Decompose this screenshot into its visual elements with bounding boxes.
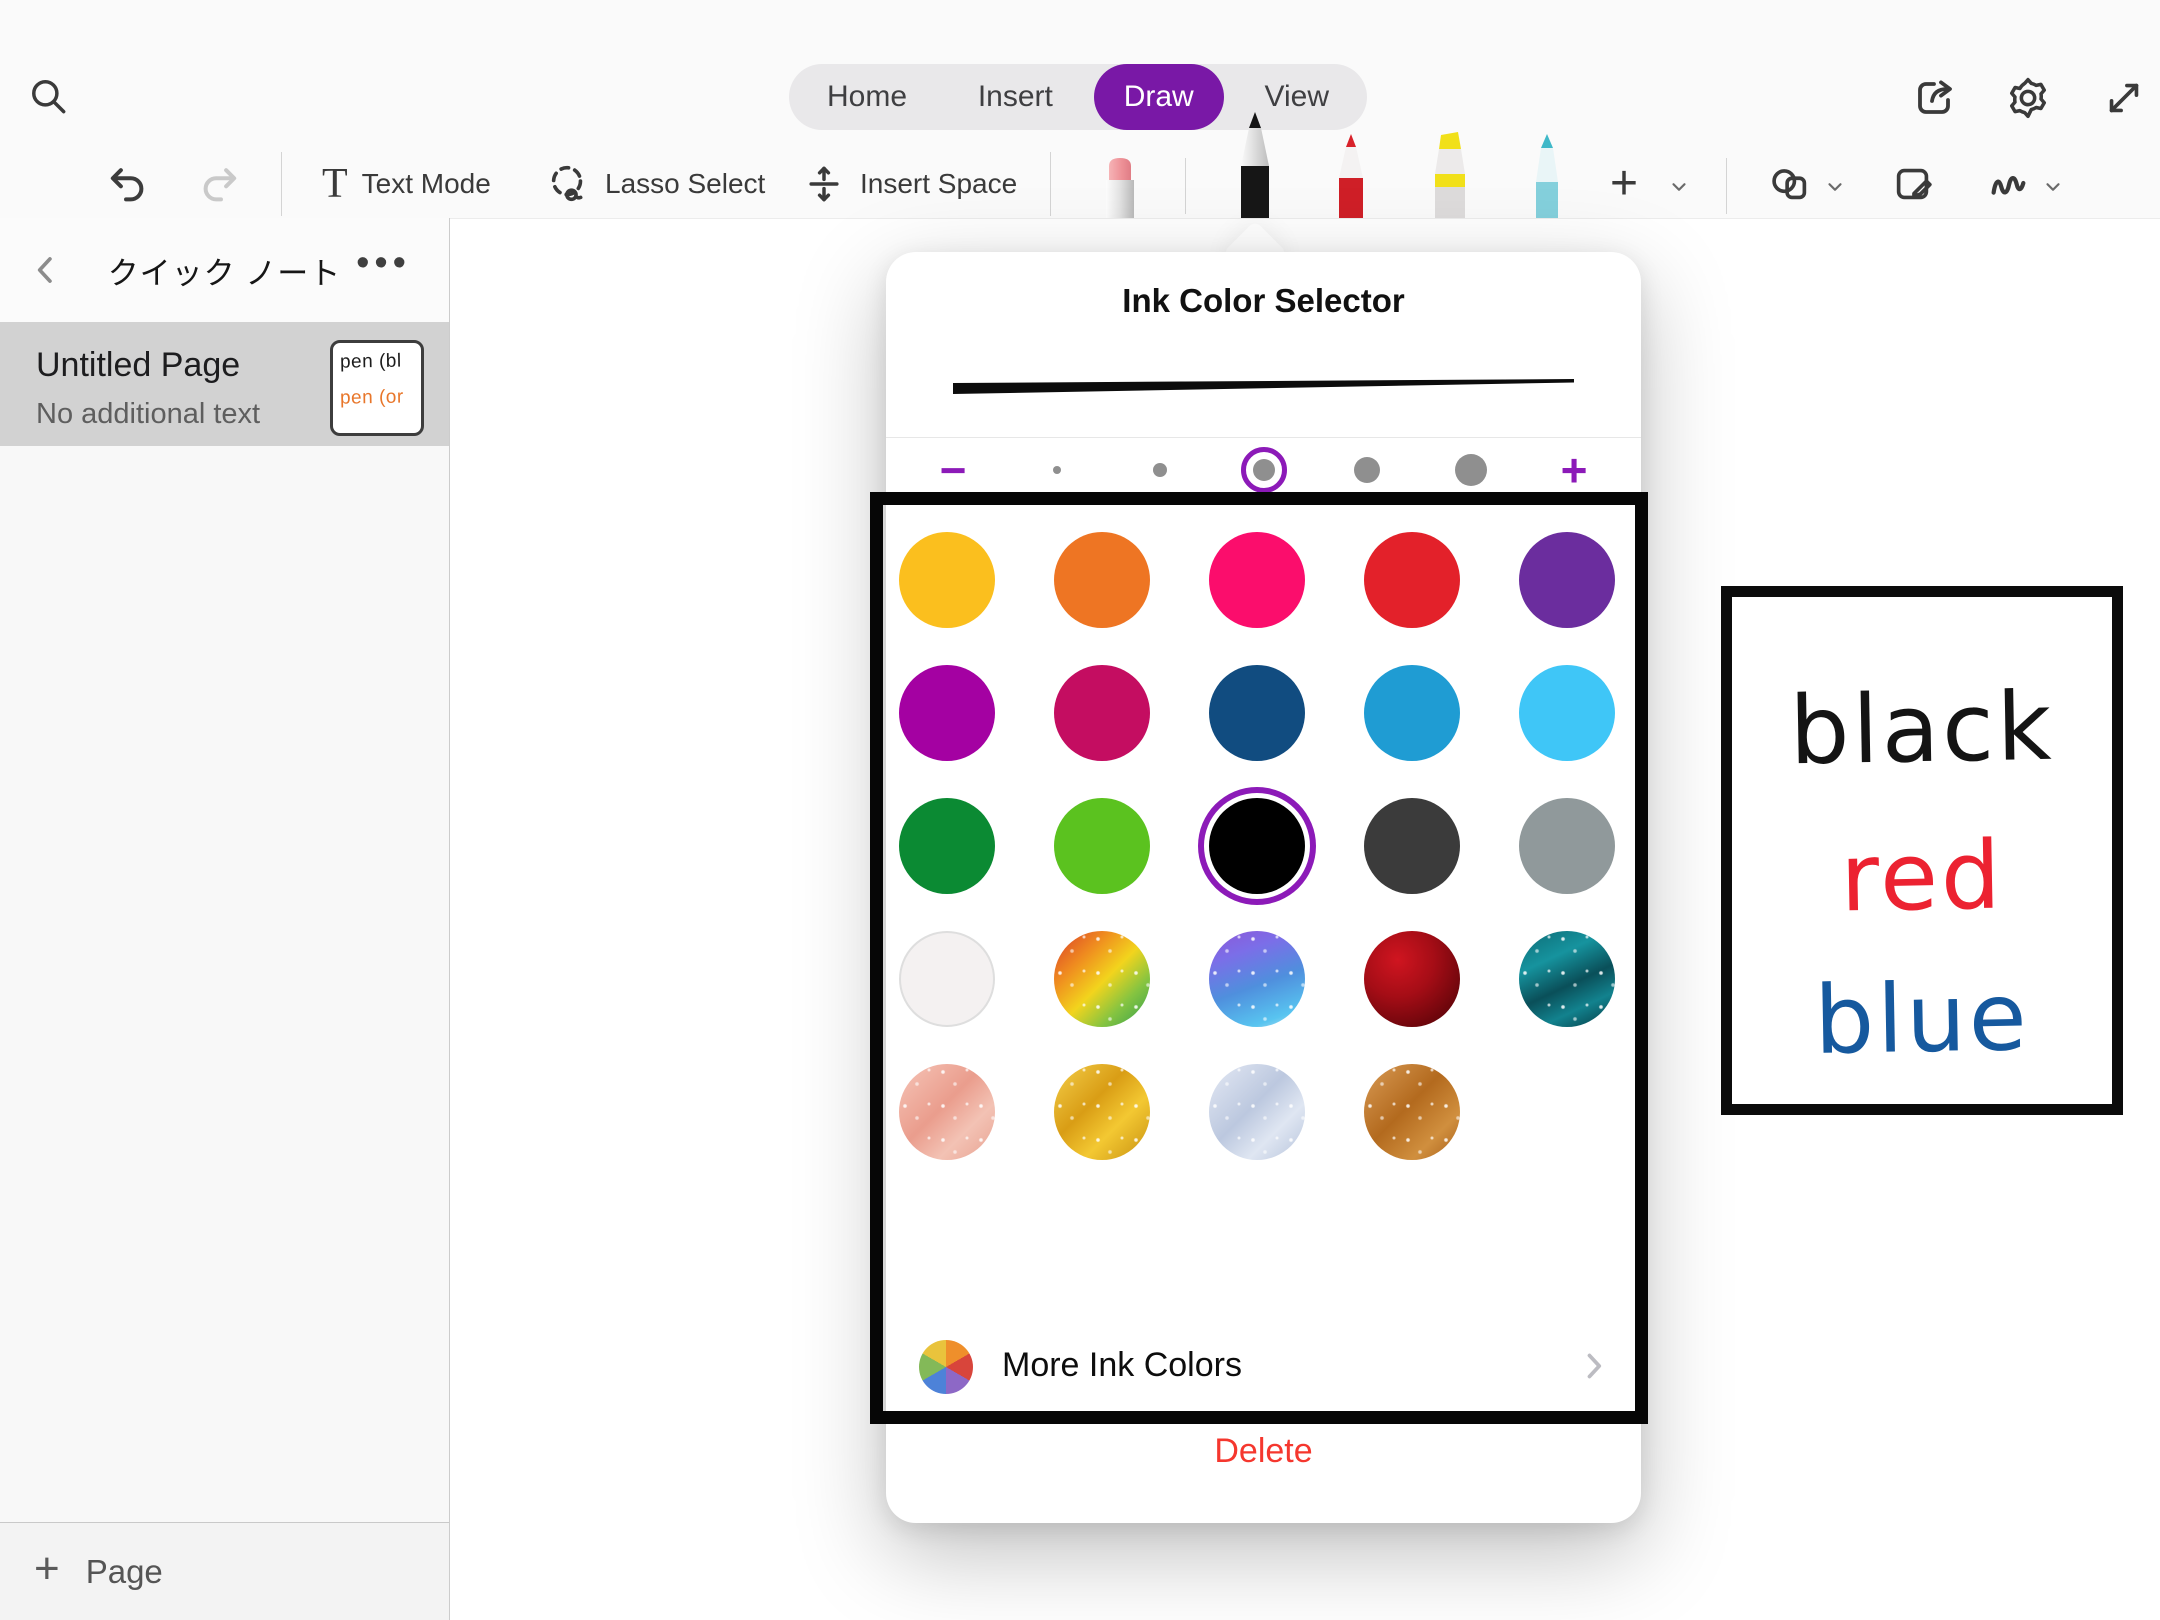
thickness-decrease-button[interactable]: − bbox=[930, 447, 976, 493]
sidebar-header: クイック ノート ••• bbox=[0, 218, 449, 323]
thickness-dot-selected[interactable] bbox=[1241, 447, 1287, 493]
thumbnail-ink-line: pen (or bbox=[333, 386, 421, 410]
insert-space-icon bbox=[802, 162, 846, 206]
toolbar-divider bbox=[281, 152, 282, 216]
toolbar-divider bbox=[1726, 158, 1727, 214]
add-page-label: Page bbox=[86, 1553, 163, 1591]
text-mode-icon: T bbox=[322, 161, 348, 207]
eraser-tool[interactable] bbox=[1097, 156, 1143, 218]
thickness-dot[interactable] bbox=[1344, 447, 1390, 493]
toolbar-divider bbox=[1050, 152, 1051, 216]
thickness-dot[interactable] bbox=[1137, 447, 1183, 493]
lasso-label: Lasso Select bbox=[605, 168, 765, 200]
handwritten-word-red: red bbox=[1731, 820, 2113, 936]
text-mode-button[interactable]: T Text Mode bbox=[322, 160, 491, 208]
stroke-preview bbox=[953, 376, 1574, 398]
handwritten-word-blue: blue bbox=[1731, 962, 2113, 1078]
lasso-icon bbox=[545, 161, 591, 207]
dot bbox=[1354, 457, 1380, 483]
dot bbox=[1153, 463, 1167, 477]
handwritten-word-black: black bbox=[1731, 672, 2113, 788]
dot bbox=[1053, 466, 1061, 474]
ribbon-tabs: HomeInsertDrawView bbox=[789, 64, 1367, 130]
add-pen-button[interactable]: + bbox=[1610, 156, 1638, 211]
insert-space-label: Insert Space bbox=[860, 168, 1017, 200]
ink-to-text-button[interactable] bbox=[1889, 160, 1937, 208]
page-list-item[interactable]: Untitled Page No additional text pen (bl… bbox=[0, 322, 449, 446]
text-mode-label: Text Mode bbox=[362, 168, 491, 200]
search-icon[interactable] bbox=[26, 74, 72, 120]
page-thumbnail: pen (bl pen (or bbox=[330, 340, 424, 436]
thickness-row: − + bbox=[930, 447, 1597, 493]
tab-draw[interactable]: Draw bbox=[1094, 64, 1224, 130]
chevron-down-icon[interactable] bbox=[2042, 176, 2064, 198]
thickness-increase-button[interactable]: + bbox=[1551, 447, 1597, 493]
highlighter-yellow-tool[interactable] bbox=[1427, 132, 1473, 218]
chevron-down-icon[interactable] bbox=[1824, 176, 1846, 198]
dot bbox=[1253, 459, 1275, 481]
handwritten-notes-box: black red blue bbox=[1721, 586, 2123, 1115]
undo-button[interactable] bbox=[103, 160, 151, 208]
thickness-dot[interactable] bbox=[1034, 447, 1080, 493]
tab-home[interactable]: Home bbox=[797, 64, 937, 130]
pen-divider bbox=[1185, 158, 1186, 214]
thickness-dot[interactable] bbox=[1448, 447, 1494, 493]
gear-icon[interactable] bbox=[2002, 72, 2054, 124]
sidebar: クイック ノート ••• Untitled Page No additional… bbox=[0, 218, 450, 1620]
delete-pen-button[interactable]: Delete bbox=[886, 1432, 1641, 1471]
thumbnail-ink-line: pen (bl bbox=[333, 350, 421, 374]
share-icon[interactable] bbox=[1910, 72, 1962, 124]
lasso-select-button[interactable]: Lasso Select bbox=[545, 160, 765, 208]
chevron-down-icon[interactable] bbox=[1668, 176, 1690, 198]
plus-icon: + bbox=[34, 1544, 60, 1594]
ellipsis-menu-icon[interactable]: ••• bbox=[356, 242, 411, 285]
pencil-teal-tool[interactable] bbox=[1525, 134, 1569, 218]
ink-replay-icon[interactable] bbox=[1984, 160, 2032, 208]
pen-red-tool[interactable] bbox=[1329, 134, 1373, 218]
page-title: Untitled Page bbox=[36, 346, 240, 385]
tab-insert[interactable]: Insert bbox=[948, 64, 1083, 130]
divider bbox=[886, 437, 1641, 438]
popover-title: Ink Color Selector bbox=[886, 282, 1641, 320]
insert-space-button[interactable]: Insert Space bbox=[802, 160, 1017, 208]
expand-icon[interactable] bbox=[2098, 72, 2150, 124]
annotation-box-color-grid bbox=[870, 492, 1648, 1424]
add-page-button[interactable]: + Page bbox=[0, 1522, 449, 1620]
page-subtitle: No additional text bbox=[36, 398, 260, 431]
dot bbox=[1455, 454, 1487, 486]
onenote-app: HomeInsertDrawView T Text Mode bbox=[0, 0, 2160, 1620]
pen-black-tool[interactable] bbox=[1231, 112, 1279, 218]
redo-button[interactable] bbox=[196, 160, 244, 208]
shapes-button[interactable] bbox=[1766, 160, 1814, 208]
